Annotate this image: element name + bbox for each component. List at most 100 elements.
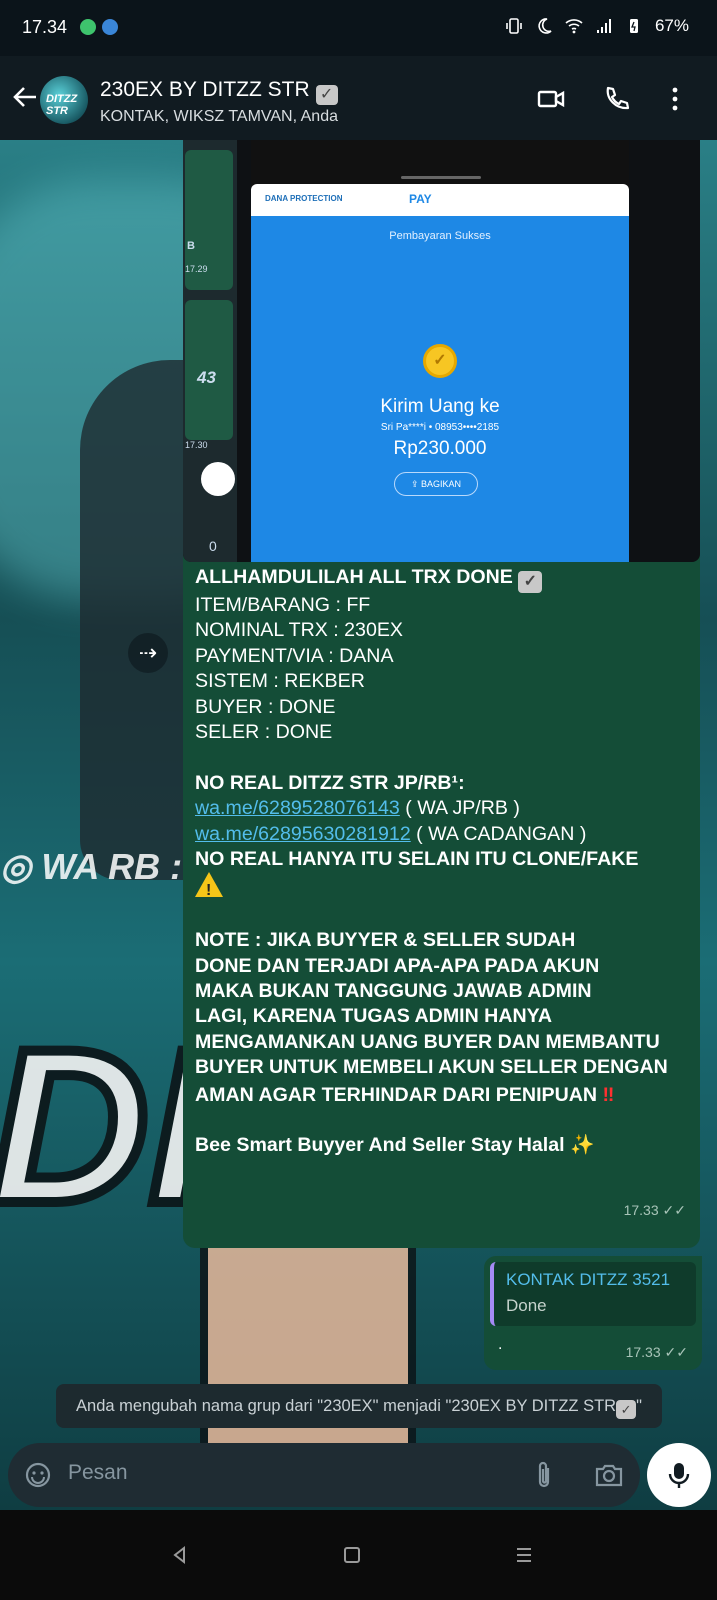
success-coin-icon: ✓ xyxy=(423,344,457,378)
message-input-bar[interactable]: Pesan xyxy=(8,1443,640,1507)
message-closing: Bee Smart Buyyer And Seller Stay Halal xyxy=(195,1134,565,1157)
message-image[interactable]: B 17.29 43 17.30 0 DANA PROTECTION PAY P… xyxy=(183,140,700,562)
message-line: ALLHAMDULILAH ALL TRX DONE ✓ xyxy=(195,565,690,593)
dana-body: Pembayaran Sukses ✓ Kirim Uang ke Sri Pa… xyxy=(251,216,629,562)
attach-icon[interactable] xyxy=(530,1460,558,1490)
message-line xyxy=(195,872,690,904)
back-arrow-icon[interactable] xyxy=(10,82,40,112)
message-input[interactable]: Pesan xyxy=(68,1461,128,1485)
quoted-sender: KONTAK DITZZ 3521 xyxy=(506,1270,671,1289)
dana-header: DANA PROTECTION PAY xyxy=(251,184,629,216)
wallpaper-legs xyxy=(200,1220,416,1466)
emoji-icon[interactable] xyxy=(24,1461,52,1489)
status-bar: 17.34 67% xyxy=(0,0,717,56)
share-label: BAGIKAN xyxy=(421,479,462,489)
message-line: NOMINAL TRX : 230EX xyxy=(195,619,403,642)
reply-time: 17.33 xyxy=(625,1344,661,1360)
wa-link-note: ( WA JP/RB ) xyxy=(399,797,520,820)
signal-icon xyxy=(596,19,611,33)
message-line: ITEM/BARANG : FF xyxy=(195,594,371,616)
wa-link-note: ( WA CADANGAN ) xyxy=(410,822,587,845)
warning-emoji-icon xyxy=(195,872,223,904)
message-meta: 17.33 ✓✓ xyxy=(624,1202,686,1219)
check-emoji-icon: ✓ xyxy=(616,1400,637,1419)
message-line: wa.me/6289528076143 ( WA JP/RB ) xyxy=(195,796,690,821)
wa-link-cadangan[interactable]: wa.me/62895630281912 xyxy=(195,823,411,845)
message-line: MENGAMANKAN UANG BUYER DAN MEMBANTU xyxy=(195,1030,660,1053)
group-members[interactable]: KONTAK, WIKSZ TAMVAN, Anda xyxy=(100,108,338,126)
wallpaper-big-text: DI xyxy=(0,998,215,1254)
image-side-number: 43 xyxy=(197,368,216,387)
message-note-end: AMAN AGAR TERHINDAR DARI PENIPUAN xyxy=(195,1083,598,1106)
video-call-icon[interactable] xyxy=(536,84,566,114)
forward-icon[interactable]: ⇢ xyxy=(128,633,168,673)
status-time: 17.34 xyxy=(22,17,68,37)
image-mic-icon xyxy=(201,462,235,496)
nav-back-icon[interactable] xyxy=(170,1545,190,1565)
battery-icon xyxy=(629,19,638,33)
system-notice-text: Anda mengubah nama grup dari "230EX" men… xyxy=(76,1397,617,1415)
message-text: ALLHAMDULILAH ALL TRX DONE ✓ ITEM/BARANG… xyxy=(195,565,690,1159)
voice-record-button[interactable] xyxy=(647,1443,711,1507)
send-label: Kirim Uang ke xyxy=(380,396,500,417)
check-emoji-icon: ✓ xyxy=(315,85,338,105)
image-side-text: 0 xyxy=(209,538,217,554)
message-line: LAGI, KARENA TUGAS ADMIN HANYA xyxy=(195,1005,553,1028)
status-icons: 67% xyxy=(505,16,689,36)
message-line: NOTE : JIKA BUYYER & SELLER SUDAH xyxy=(195,929,576,952)
image-phone-screen: DANA PROTECTION PAY Pembayaran Sukses ✓ … xyxy=(251,140,629,562)
share-button: ⇪ BAGIKAN xyxy=(394,472,478,496)
message-time: 17.33 xyxy=(623,1202,659,1218)
message-bubble[interactable]: B 17.29 43 17.30 0 DANA PROTECTION PAY P… xyxy=(183,140,700,1248)
image-notch xyxy=(401,176,481,179)
nav-home-icon[interactable] xyxy=(342,1545,362,1565)
nav-recents-icon[interactable] xyxy=(514,1545,534,1565)
group-title-text: 230EX BY DITZZ STR xyxy=(100,78,310,101)
moon-icon xyxy=(538,18,552,34)
quoted-text: Done xyxy=(506,1296,547,1315)
system-notice-quote: " xyxy=(636,1397,642,1415)
message-line: NO REAL HANYA ITU SELAIN ITU CLONE/FAKE xyxy=(195,848,639,871)
message-line: SISTEM : REKBER xyxy=(195,670,365,693)
message-line: SELER : DONE xyxy=(195,721,333,744)
wa-link-jp[interactable]: wa.me/6289528076143 xyxy=(195,797,400,819)
chat-header: DITZZ STR 230EX BY DITZZ STR ✓ KONTAK, W… xyxy=(0,56,717,140)
message-headline: ALLHAMDULILAH ALL TRX DONE xyxy=(195,566,513,588)
message-line: PAYMENT/VIA : DANA xyxy=(195,644,394,667)
reply-bubble[interactable]: KONTAK DITZZ 3521 Done . 17.33 ✓✓ xyxy=(484,1256,702,1370)
dana-protection-logo: DANA PROTECTION xyxy=(265,194,343,203)
wifi-icon xyxy=(565,19,583,34)
message-line: AMAN AGAR TERHINDAR DARI PENIPUAN ‼ xyxy=(195,1083,690,1108)
notification-icon xyxy=(80,19,96,35)
amount: Rp230.000 xyxy=(393,438,487,459)
read-receipt-icon: ✓✓ xyxy=(664,1344,688,1360)
quoted-message[interactable]: KONTAK DITZZ 3521 Done xyxy=(490,1262,696,1326)
more-options-icon[interactable] xyxy=(660,84,690,114)
reply-text: . xyxy=(498,1336,503,1353)
system-notice: Anda mengubah nama grup dari "230EX" men… xyxy=(56,1384,662,1428)
message-line: Bee Smart Buyyer And Seller Stay Halal ✨ xyxy=(195,1133,690,1158)
message-line: BUYER : DONE xyxy=(195,695,336,718)
sparkles-emoji-icon: ✨ xyxy=(570,1134,595,1157)
microphone-icon xyxy=(668,1463,690,1488)
avatar-text: DITZZ STR xyxy=(46,93,78,117)
system-nav-bar xyxy=(0,1510,717,1600)
reply-meta: 17.33 ✓✓ xyxy=(626,1344,688,1361)
read-receipt-icon: ✓✓ xyxy=(662,1202,686,1218)
message-line: MAKA BUKAN TANGGUNG JAWAB ADMIN xyxy=(195,980,592,1003)
message-line: DONE DAN TERJADI APA-APA PADA AKUN xyxy=(195,954,600,977)
voice-call-icon[interactable] xyxy=(602,84,632,114)
double-exclamation-emoji-icon: ‼ xyxy=(602,1083,615,1106)
message-line: BUYER UNTUK MEMBELI AKUN SELLER DENGAN xyxy=(195,1056,668,1079)
payment-status: Pembayaran Sukses xyxy=(389,230,491,242)
dana-pay-logo: PAY xyxy=(409,192,432,206)
image-side-time: 17.30 xyxy=(185,440,208,450)
group-title[interactable]: 230EX BY DITZZ STR ✓ xyxy=(100,78,338,105)
image-side-panel: B 17.29 43 17.30 0 xyxy=(183,140,237,562)
group-avatar[interactable]: DITZZ STR xyxy=(40,76,88,124)
vibrate-icon xyxy=(506,18,522,34)
wallpaper-ig-label: WA RB : xyxy=(41,846,183,887)
camera-icon[interactable] xyxy=(594,1461,624,1489)
